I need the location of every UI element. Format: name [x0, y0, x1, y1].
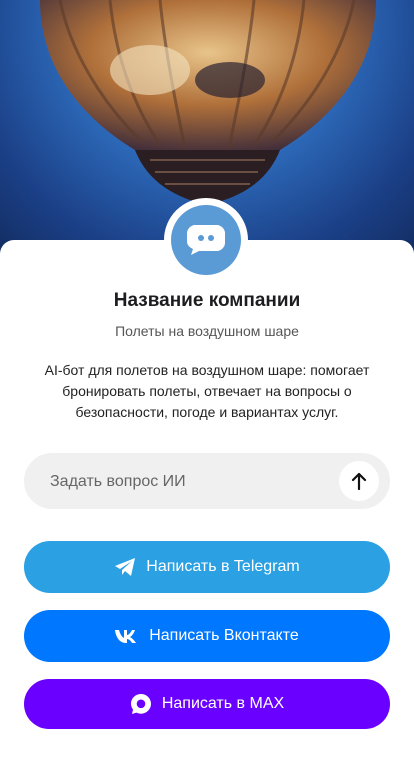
ask-ai-field[interactable] — [24, 453, 390, 511]
company-tagline: Полеты на воздушном шаре — [115, 323, 299, 339]
max-icon — [130, 694, 151, 714]
vk-icon — [115, 630, 137, 643]
send-button[interactable] — [339, 461, 379, 501]
telegram-button-label: Написать в Telegram — [146, 558, 300, 575]
max-button-label: Написать в MAX — [161, 695, 285, 712]
telegram-button[interactable]: Написать в Telegram — [24, 541, 390, 593]
company-description: AI-бот для полетов на воздушном шаре: по… — [44, 362, 370, 420]
ask-ai-input[interactable] — [48, 453, 342, 511]
max-button[interactable]: Написать в MAX — [24, 679, 390, 729]
company-name: Название компании — [113, 290, 301, 311]
arrow-up-icon — [351, 472, 367, 490]
avatar — [171, 205, 241, 275]
telegram-icon — [115, 558, 136, 576]
vk-button-label: Написать Вконтакте — [149, 627, 299, 644]
vk-button[interactable]: Написать Вконтакте — [24, 610, 390, 662]
chat-bot-icon — [187, 225, 225, 255]
